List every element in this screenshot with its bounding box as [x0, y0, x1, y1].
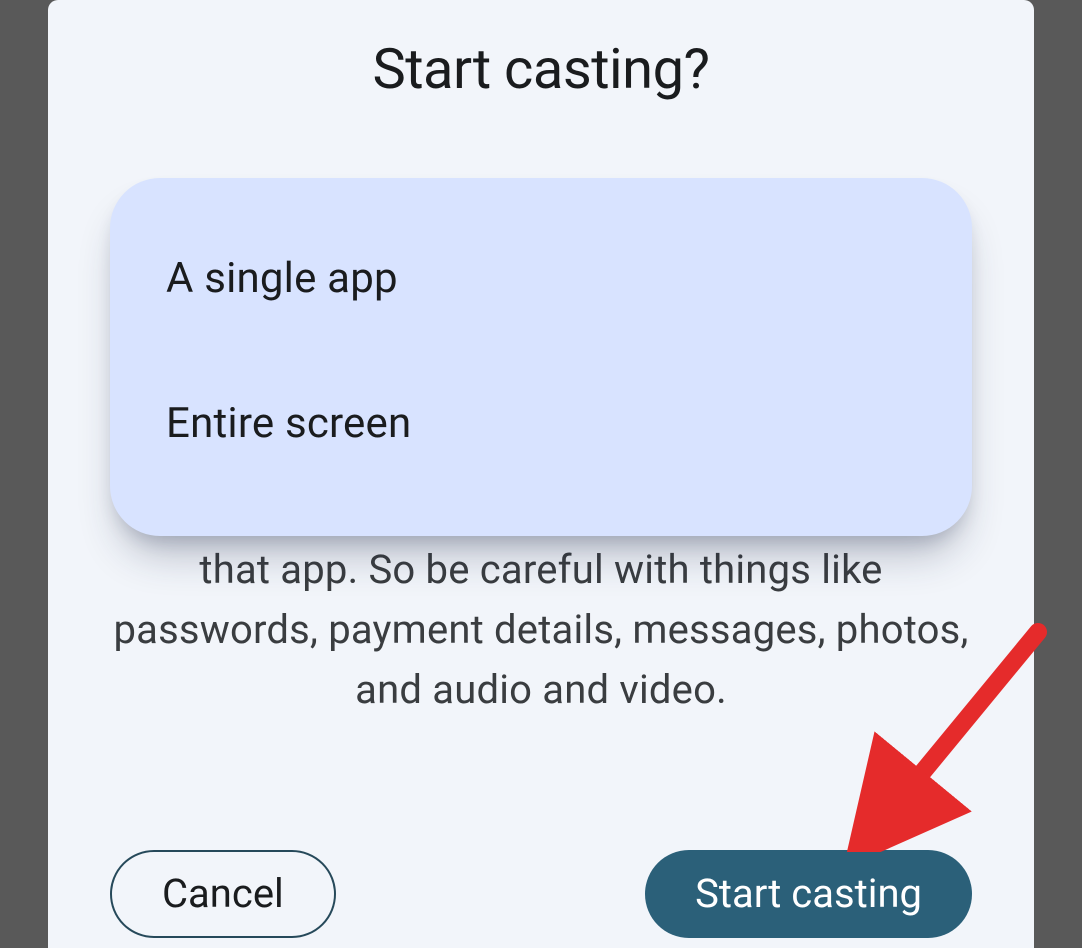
- privacy-warning-text: that app. So be careful with things like…: [110, 540, 972, 720]
- cast-dialog-sheet: Start casting? that app. So be careful w…: [48, 0, 1034, 948]
- cancel-button[interactable]: Cancel: [110, 850, 336, 938]
- cast-source-menu: A single app Entire screen: [110, 178, 972, 536]
- dialog-title: Start casting?: [110, 36, 972, 102]
- menu-item-entire-screen[interactable]: Entire screen: [110, 351, 972, 496]
- dialog-button-row: Cancel Start casting: [110, 850, 972, 938]
- start-casting-button[interactable]: Start casting: [645, 850, 972, 938]
- menu-item-single-app[interactable]: A single app: [110, 206, 972, 351]
